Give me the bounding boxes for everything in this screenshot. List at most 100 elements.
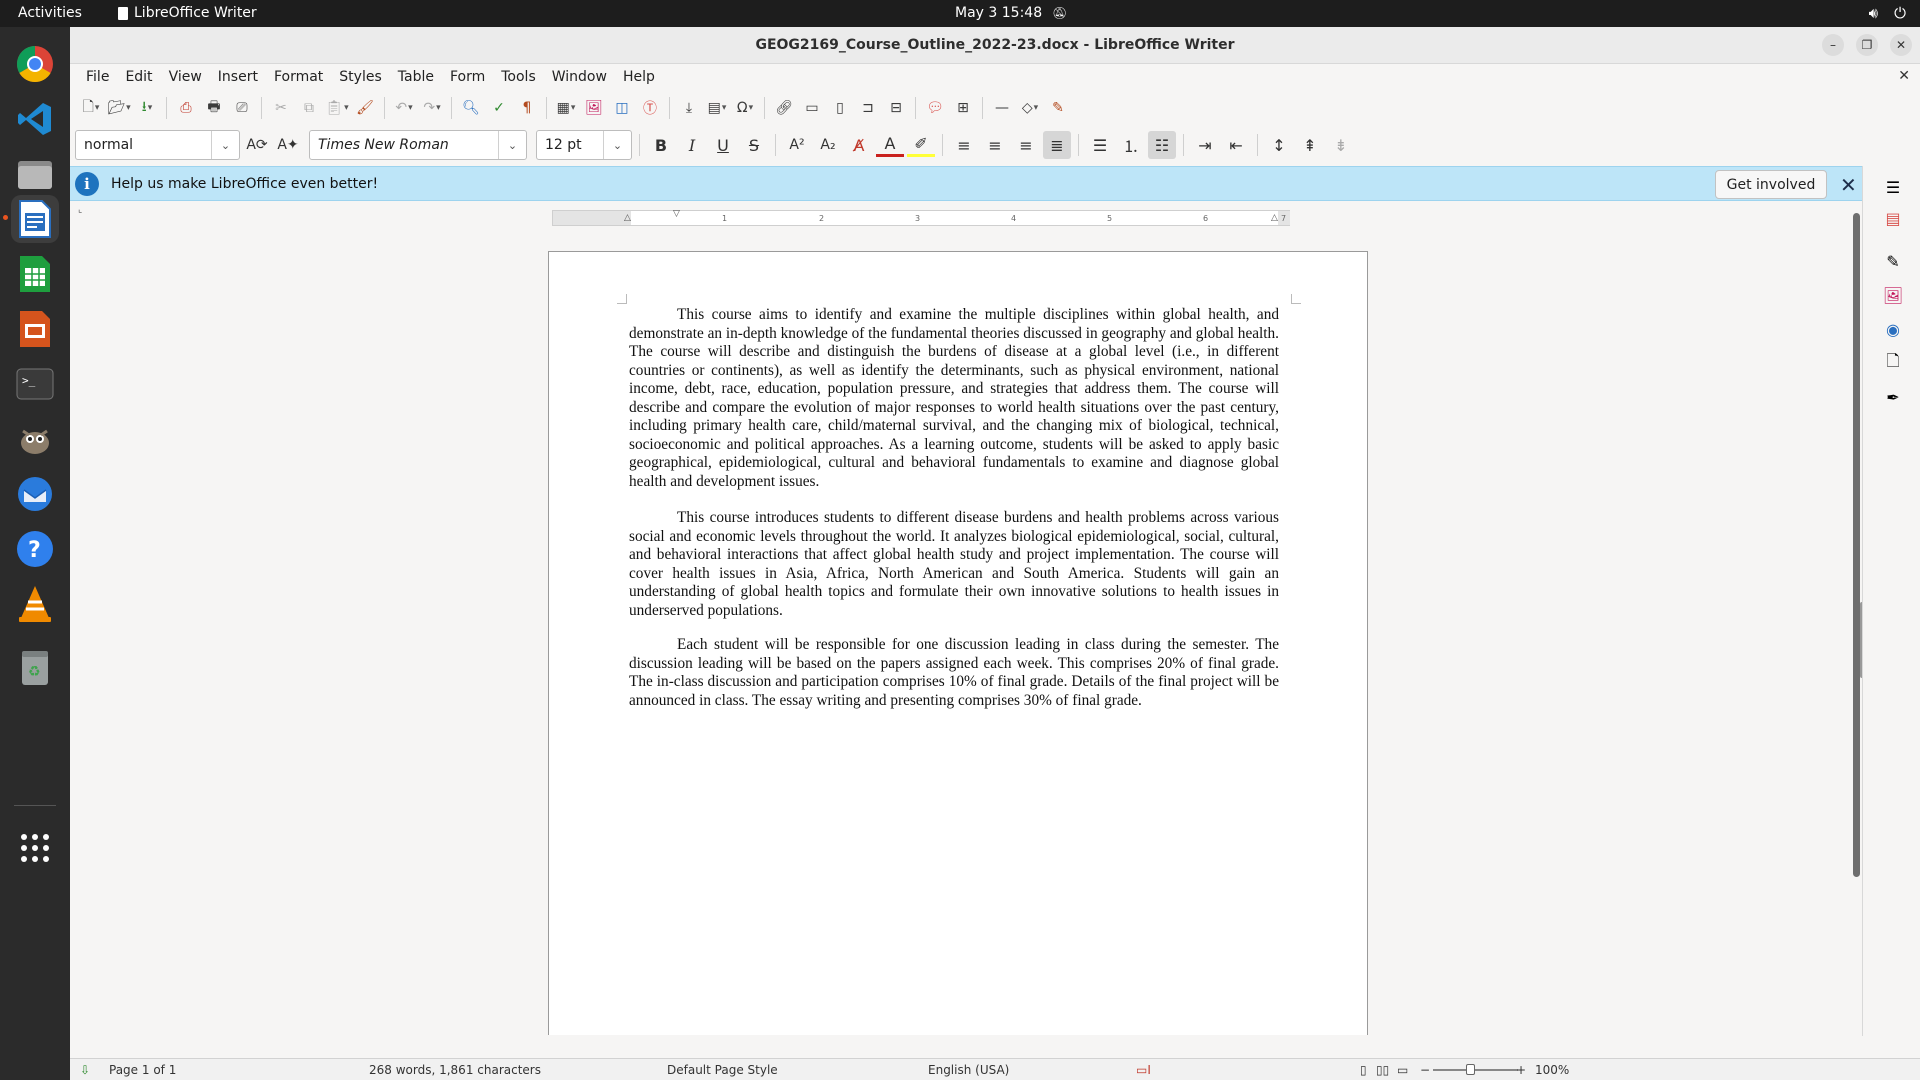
left-indent-marker[interactable]: △	[624, 213, 631, 223]
close-button[interactable]: ✕	[1890, 34, 1912, 56]
line-spacing-icon[interactable]: ↕	[1265, 131, 1293, 159]
menu-view[interactable]: View	[161, 69, 210, 85]
bold-icon[interactable]: B	[647, 131, 675, 159]
spelling-icon[interactable]: ✓	[486, 95, 512, 121]
find-replace-icon[interactable]: 🔍︎	[458, 95, 484, 121]
minimize-button[interactable]: –	[1822, 34, 1844, 56]
export-pdf-icon[interactable]: ⎙	[173, 95, 199, 121]
zoom-slider[interactable]	[1433, 1069, 1518, 1071]
insert-image-icon[interactable]: 🖼︎	[581, 95, 607, 121]
menu-table[interactable]: Table	[390, 69, 442, 85]
unordered-list-icon[interactable]: ☰	[1086, 131, 1114, 159]
volume-icon[interactable]: 🔊︎	[1869, 4, 1878, 22]
gimp-icon[interactable]	[11, 415, 59, 463]
draw-icon[interactable]: ✎	[1045, 95, 1071, 121]
page-count[interactable]: Page 1 of 1	[109, 1063, 176, 1077]
track-changes-icon[interactable]: ⊞	[950, 95, 976, 121]
show-apps-icon[interactable]	[11, 824, 59, 872]
superscript-icon[interactable]: A²	[783, 131, 811, 159]
menu-styles[interactable]: Styles	[331, 69, 389, 85]
redo-icon[interactable]: ↷	[419, 95, 445, 121]
formatting-marks-icon[interactable]: ¶	[514, 95, 540, 121]
zoom-level[interactable]: 100%	[1535, 1063, 1569, 1077]
increase-paragraph-spacing-icon[interactable]: ⇞	[1296, 131, 1324, 159]
infobar-close-icon[interactable]: ✕	[1840, 173, 1857, 197]
libreoffice-impress-icon[interactable]	[11, 305, 59, 353]
paragraph-1[interactable]: This course aims to identify and examine…	[629, 306, 1279, 491]
single-page-view-icon[interactable]: ▯	[1360, 1063, 1367, 1077]
new-style-icon[interactable]: A✦	[274, 131, 302, 159]
maximize-button[interactable]: ❐	[1856, 34, 1878, 56]
cut-icon[interactable]: ✂	[268, 95, 294, 121]
paragraph-3[interactable]: Each student will be responsible for one…	[629, 636, 1279, 710]
paste-icon[interactable]: 📋︎	[324, 95, 350, 121]
get-involved-button[interactable]: Get involved	[1715, 170, 1827, 199]
style-inspector-icon[interactable]: ✒	[1882, 386, 1904, 408]
zoom-in-icon[interactable]: +	[1516, 1063, 1526, 1077]
menu-form[interactable]: Form	[442, 69, 493, 85]
menu-format[interactable]: Format	[266, 69, 331, 85]
power-icon[interactable]: ⏻	[1894, 4, 1906, 22]
word-count[interactable]: 268 words, 1,861 characters	[369, 1063, 541, 1077]
document-area[interactable]: ⌞ △ ▽ △ 1 2 3 4 5 6 7 This course aims t…	[70, 201, 1850, 1035]
paragraph-style-combo[interactable]: normal ⌄	[75, 130, 240, 160]
insert-table-icon[interactable]: ▦	[553, 95, 579, 121]
save-icon[interactable]: ⭳	[134, 95, 160, 121]
vscode-icon[interactable]	[11, 95, 59, 143]
insert-chart-icon[interactable]: ◫	[609, 95, 635, 121]
special-character-icon[interactable]: Ω	[732, 95, 758, 121]
first-line-indent-marker[interactable]: ▽	[673, 209, 680, 219]
ordered-list-icon[interactable]: ⒈	[1117, 131, 1145, 159]
font-name-combo[interactable]: Times New Roman ⌄	[309, 130, 527, 160]
horizontal-ruler[interactable]: △ ▽ △ 1 2 3 4 5 6 7	[552, 209, 1290, 226]
clone-formatting-icon[interactable]: 🖌︎	[352, 95, 378, 121]
app-menu[interactable]: LibreOffice Writer	[118, 5, 257, 21]
justify-icon[interactable]: ≣	[1043, 131, 1071, 159]
paragraph-2[interactable]: This course introduces students to diffe…	[629, 509, 1279, 620]
document-page[interactable]: This course aims to identify and examine…	[548, 251, 1368, 1035]
menu-file[interactable]: File	[78, 69, 117, 85]
comment-icon[interactable]: 💬︎	[922, 95, 948, 121]
chevron-down-icon[interactable]: ⌄	[211, 131, 239, 159]
menu-insert[interactable]: Insert	[210, 69, 266, 85]
menu-help[interactable]: Help	[615, 69, 663, 85]
vlc-icon[interactable]	[11, 580, 59, 628]
strikethrough-icon[interactable]: S	[740, 131, 768, 159]
font-color-icon[interactable]: A	[876, 133, 904, 157]
copy-icon[interactable]: ⧉	[296, 95, 322, 121]
outline-format-icon[interactable]: ☷	[1148, 131, 1176, 159]
files-icon[interactable]	[11, 150, 59, 198]
tab-stop-icon[interactable]: ⌞	[78, 205, 82, 215]
insert-field-icon[interactable]: ▤	[704, 95, 730, 121]
zoom-out-icon[interactable]: −	[1420, 1063, 1430, 1077]
italic-icon[interactable]: I	[678, 131, 706, 159]
cross-reference-icon[interactable]: ⊟	[883, 95, 909, 121]
increase-indent-icon[interactable]: ⇥	[1191, 131, 1219, 159]
chevron-down-icon[interactable]: ⌄	[498, 131, 526, 159]
styles-icon[interactable]: ✎	[1882, 250, 1904, 272]
align-center-icon[interactable]: ≡	[981, 131, 1009, 159]
menu-tools[interactable]: Tools	[493, 69, 544, 85]
activities-button[interactable]: Activities	[18, 5, 82, 21]
undo-icon[interactable]: ↶	[391, 95, 417, 121]
font-size-combo[interactable]: 12 pt ⌄	[536, 130, 632, 160]
update-style-icon[interactable]: A⟳	[243, 131, 271, 159]
basic-shapes-icon[interactable]: ◇	[1017, 95, 1043, 121]
terminal-icon[interactable]: >_	[11, 360, 59, 408]
book-view-icon[interactable]: ▭	[1397, 1063, 1408, 1077]
print-preview-icon[interactable]: ⎚	[229, 95, 255, 121]
clear-formatting-icon[interactable]: A̸	[845, 131, 873, 159]
menu-window[interactable]: Window	[544, 69, 615, 85]
decrease-paragraph-spacing-icon[interactable]: ⇟	[1327, 131, 1355, 159]
subscript-icon[interactable]: A₂	[814, 131, 842, 159]
zoom-slider-knob[interactable]	[1466, 1064, 1475, 1075]
insert-textbox-icon[interactable]: Ⓣ	[637, 95, 663, 121]
insert-mode-icon[interactable]: ▭I	[1136, 1063, 1151, 1077]
right-indent-marker[interactable]: △	[1271, 213, 1278, 223]
properties-icon[interactable]: ▤	[1882, 207, 1904, 229]
new-document-icon[interactable]: 🗋	[78, 95, 104, 121]
title-bar[interactable]: GEOG2169_Course_Outline_2022-23.docx - L…	[70, 27, 1920, 64]
footnote-icon[interactable]: ▭	[799, 95, 825, 121]
underline-icon[interactable]: U	[709, 131, 737, 159]
navigator-icon[interactable]: ◉	[1882, 318, 1904, 340]
